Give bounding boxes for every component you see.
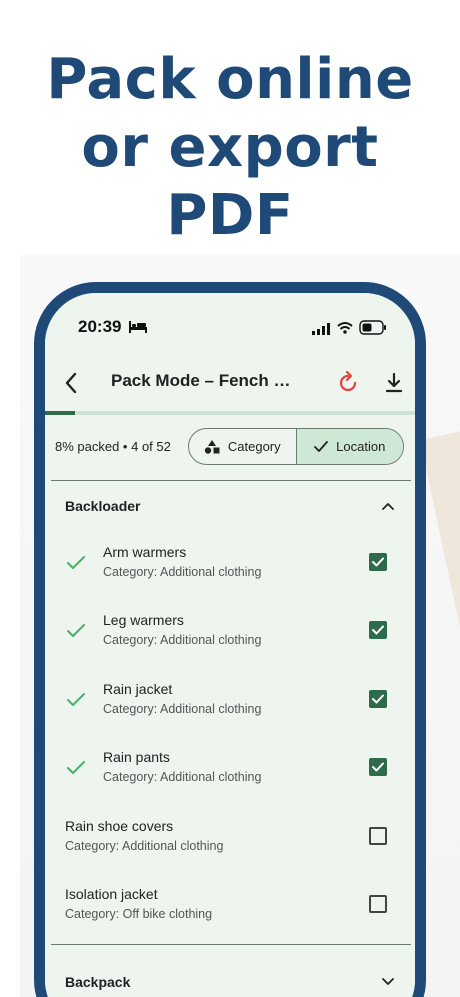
divider: [51, 944, 411, 945]
page-title: Pack Mode – Fench Di...: [111, 371, 301, 390]
phone-frame: 20:39 Pack Mode – Fench Di... 8% packed …: [34, 282, 426, 997]
check-icon: [67, 556, 85, 569]
packed-checkbox[interactable]: [369, 553, 387, 571]
check-icon: [314, 440, 329, 452]
packed-checkbox[interactable]: [369, 758, 387, 777]
item-name: Isolation jacket: [65, 886, 158, 902]
item-name: Rain pants: [103, 749, 170, 766]
app-screen: 20:39 Pack Mode – Fench Di... 8% packed …: [45, 293, 415, 997]
list-item[interactable]: Rain shoe covers Category: Additional clo…: [51, 807, 411, 875]
group-by-category-button[interactable]: Category: [189, 429, 296, 464]
item-category: Category: Off bike clothing: [65, 907, 213, 921]
item-category: Category: Additional clothing: [103, 633, 262, 648]
list-item[interactable]: Leg warmers Category: Additional clothing: [51, 601, 411, 669]
packed-checkbox[interactable]: [369, 826, 387, 845]
check-icon: [67, 624, 85, 638]
list-item[interactable]: Rain pants Category: Additional clothing: [51, 738, 411, 806]
download-icon[interactable]: [381, 369, 407, 397]
checkmark-icon: [372, 762, 384, 772]
chevron-up-icon: [382, 503, 394, 510]
shapes-icon: [204, 439, 220, 454]
check-icon: [67, 761, 85, 775]
status-time: 20:39: [78, 317, 122, 336]
item-name: Rain shoe covers: [65, 817, 174, 834]
battery-icon: [359, 320, 386, 335]
section-header-backpack[interactable]: Backpack: [51, 957, 411, 997]
item-name: Leg warmers: [103, 612, 184, 629]
section-title: Backpack: [65, 974, 131, 990]
chevron-down-icon: [382, 978, 394, 985]
packed-checkbox[interactable]: [369, 895, 387, 913]
item-name: Rain jacket: [103, 680, 173, 697]
item-category: Category: Additional clothing: [103, 701, 262, 716]
packed-checkbox[interactable]: [369, 621, 387, 640]
checkmark-icon: [372, 694, 384, 704]
list-item[interactable]: Isolation jacket Category: Off bike cloth…: [51, 875, 411, 943]
wifi-icon: [337, 322, 353, 334]
item-name: Arm warmers: [103, 544, 187, 560]
list-item[interactable]: Rain jacket Category: Additional clothing: [51, 670, 411, 738]
pack-toolbar: 8% packed • 4 of 52 Category Location: [45, 415, 415, 479]
category-label: Category: [227, 439, 281, 454]
item-category: Category: Additional clothing: [103, 565, 262, 579]
item-category: Category: Additional clothing: [103, 770, 262, 785]
item-category: Category: Additional clothing: [65, 838, 224, 853]
checkmark-icon: [372, 557, 384, 567]
signal-icon: [312, 323, 330, 335]
bed-icon: [129, 321, 147, 333]
headline: Pack online or export PDF: [0, 46, 460, 250]
group-by-location-button[interactable]: Location: [295, 429, 403, 464]
headline-line-2: or export: [81, 115, 379, 180]
group-by-toggle: Category Location: [188, 428, 404, 465]
check-icon: [67, 692, 85, 706]
checkmark-icon: [372, 625, 384, 635]
section-title: Backloader: [65, 498, 141, 514]
packed-status: 8% packed • 4 of 52: [55, 439, 171, 454]
app-bar: Pack Mode – Fench Di...: [45, 355, 415, 411]
headline-line-3: PDF: [166, 183, 294, 248]
location-label: Location: [336, 439, 386, 454]
reset-icon[interactable]: [335, 369, 361, 397]
status-bar: 20:39: [45, 293, 415, 355]
headline-line-1: Pack online: [46, 47, 414, 112]
packed-checkbox[interactable]: [369, 689, 387, 708]
list-item[interactable]: Arm warmers Category: Additional clothing: [51, 533, 411, 601]
section-header-backloader[interactable]: Backloader: [51, 481, 411, 533]
back-arrow-icon[interactable]: [59, 369, 85, 397]
